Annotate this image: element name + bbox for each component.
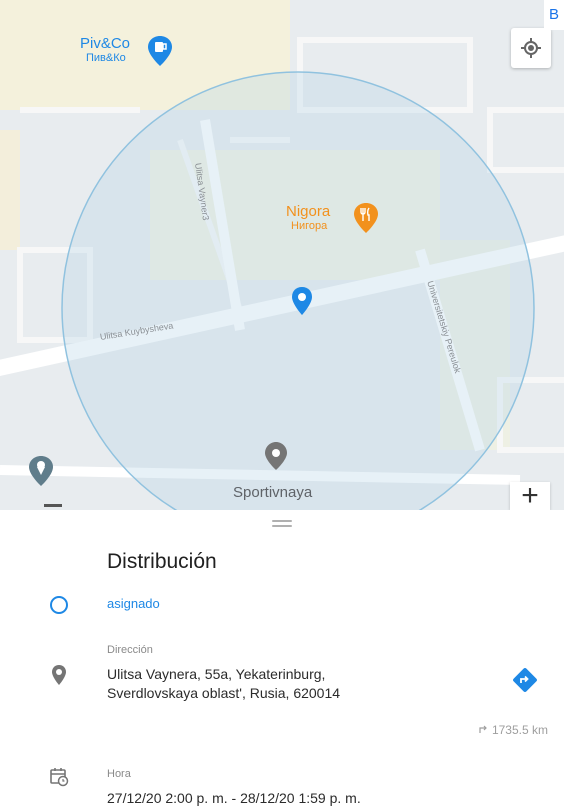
address-line-1: Ulitsa Vaynera, 55a, Yekaterinburg, (107, 666, 326, 682)
poi-nigora[interactable]: Nigora Нигора (286, 203, 331, 233)
calendar-clock-icon (48, 766, 70, 788)
poi-piv-co[interactable]: Piv&Co Пив&Ко (80, 35, 131, 65)
selected-location-pin-icon[interactable] (291, 286, 313, 316)
poi-alt-name: Нигора (291, 220, 328, 232)
my-location-button[interactable] (511, 28, 551, 68)
detail-sheet: Distribución asignado Dirección Ulitsa V… (0, 510, 564, 811)
zoom-out-button[interactable] (44, 504, 62, 507)
place-pin-icon[interactable] (264, 441, 288, 471)
map-canvas[interactable] (0, 0, 564, 510)
time-label: Hora (107, 768, 131, 780)
distance-arrow-icon (479, 725, 487, 733)
crosshair-icon (521, 38, 541, 58)
location-pin-icon (48, 664, 70, 686)
map-view[interactable]: Piv&Co Пив&Ко Nigora Нигора Ulitsa Vayne… (0, 0, 564, 510)
beer-mug-icon[interactable] (147, 35, 173, 67)
distance-readout: 1735.5 km (478, 723, 548, 737)
restaurant-icon[interactable] (353, 202, 379, 234)
poi-name: Piv&Co (80, 35, 131, 52)
time-value: 27/12/20 2:00 p. m. - 28/12/20 1:59 p. m… (107, 790, 361, 806)
map-edge-chip[interactable]: B (544, 0, 564, 30)
directions-icon[interactable] (512, 667, 538, 693)
place-label-sportivnaya[interactable]: Sportivnaya (233, 484, 312, 501)
poi-name: Nigora (286, 203, 331, 220)
address-line-2: Sverdlovskaya oblast', Rusia, 620014 (107, 685, 341, 701)
sheet-title: Distribución (107, 550, 217, 573)
poi-alt-name: Пив&Ко (86, 52, 126, 64)
drag-handle[interactable] (272, 520, 292, 528)
status-circle-icon (48, 594, 70, 616)
distance-value: 1735.5 km (491, 723, 548, 737)
address-label: Dirección (107, 644, 153, 656)
zoom-in-button[interactable]: + (510, 481, 550, 510)
ice-cream-icon[interactable] (28, 455, 54, 487)
status-text: asignado (107, 596, 160, 611)
